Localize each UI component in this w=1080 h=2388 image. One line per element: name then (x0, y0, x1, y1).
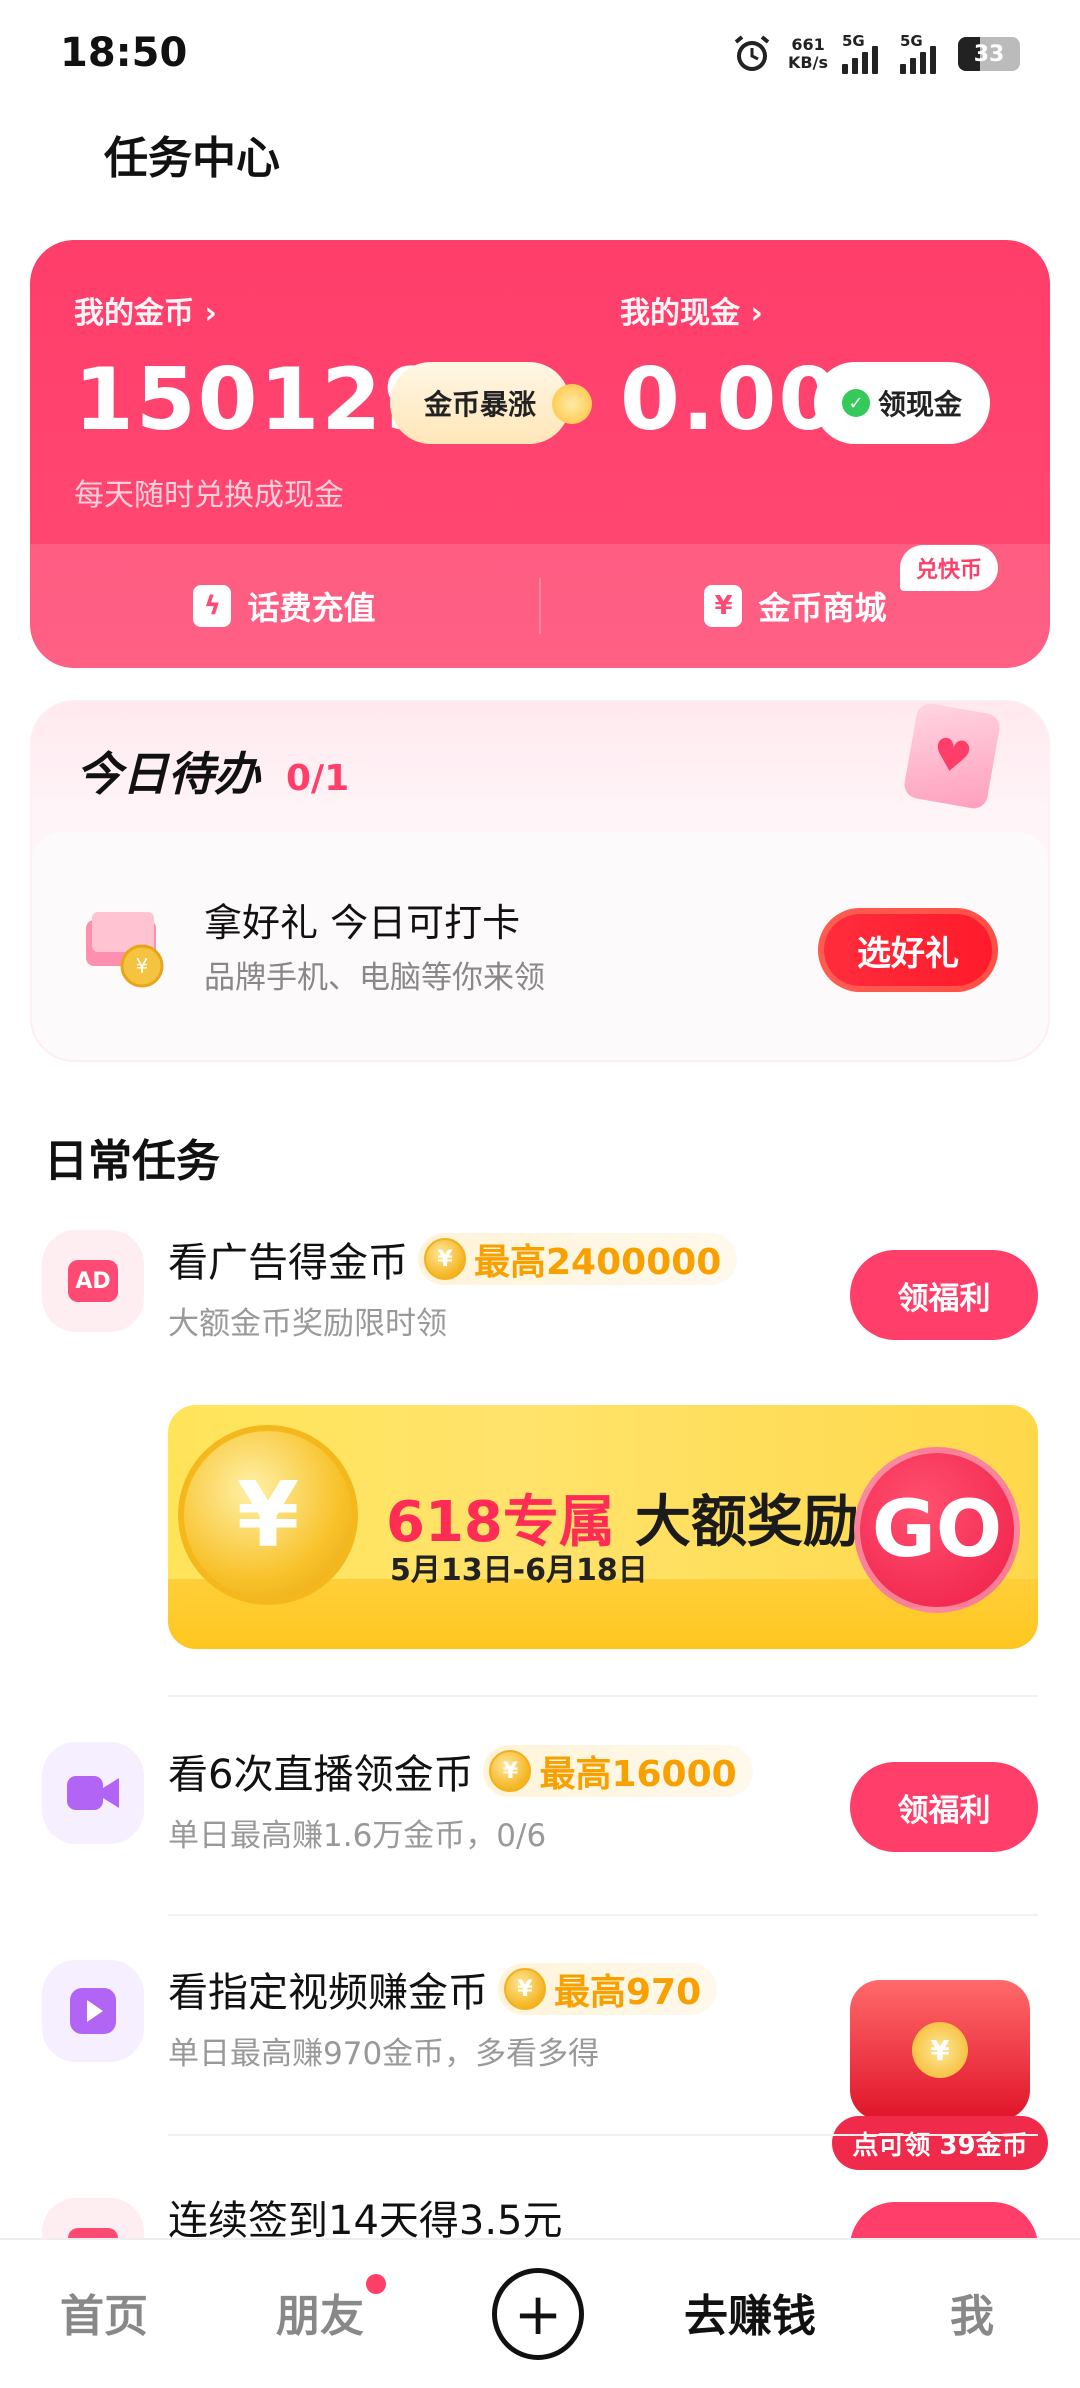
svg-text:¥: ¥ (136, 954, 149, 978)
nav-friends-label: 朋友 (276, 2291, 364, 2342)
promo-618-banner[interactable]: ¥ 618专属 大额奖励 5月13日-6月18日 GO (168, 1405, 1038, 1649)
todo-item-subtitle: 品牌手机、电脑等你来领 (204, 960, 545, 996)
gift-box-icon: ¥ (86, 912, 164, 988)
reward-chip: ¥ 最高970 (498, 1963, 718, 2015)
treasure-chest-button[interactable]: ¥ 点可领 39金币 (832, 1980, 1048, 2170)
todo-count: 0/1 (286, 758, 350, 799)
reward-text: 最高16000 (539, 1754, 737, 1795)
page-title: 任务中心 (104, 133, 280, 184)
task-subtitle: 单日最高赚1.6万金币，0/6 (168, 1818, 547, 1854)
live-camera-icon (42, 1742, 144, 1844)
wallet-subtitle: 每天随时兑换成现金 (74, 478, 344, 513)
signal-strength-icon: 5G (900, 32, 944, 74)
net-speed-unit: KB/s (788, 53, 828, 72)
claim-benefit-button[interactable]: 领福利 (850, 1762, 1038, 1852)
divider (168, 1914, 1038, 1916)
net-speed-value: 661 (791, 35, 825, 54)
play-video-icon (42, 1960, 144, 2062)
cash-balance: 0.00 (620, 350, 841, 450)
select-gift-button[interactable]: 选好礼 (818, 908, 998, 992)
reward-text: 最高2400000 (474, 1242, 722, 1283)
coin-surge-button[interactable]: 金币暴涨 (390, 362, 592, 444)
lightning-icon: ϟ (193, 585, 232, 627)
task-title: 看广告得金币 ¥ 最高2400000 (168, 1230, 738, 1288)
kuaibi-badge: 兑快币 (899, 545, 998, 591)
plus-icon: + (513, 2280, 563, 2348)
treasure-chest-icon: ¥ (850, 1980, 1030, 2120)
my-cash-link[interactable]: 我的现金 › (620, 288, 763, 332)
yen-ticket-icon: ¥ (704, 585, 743, 627)
nav-me[interactable]: 我 (950, 2280, 994, 2344)
coin-icon: ¥ (424, 1238, 466, 1280)
promo-title-dark: 大额奖励 (634, 1490, 859, 1555)
coin-icon: ¥ (504, 1968, 546, 2010)
coin-icon: ¥ (912, 2022, 968, 2078)
bottom-nav: 首页 朋友 + 去赚钱 我 (0, 2238, 1080, 2388)
chest-reward-label: 点可领 39金币 (832, 2116, 1048, 2170)
status-bar: 18:50 661 KB/s 5G 5G 33 (0, 0, 1080, 110)
my-coins-link[interactable]: 我的金币 › (74, 288, 217, 332)
todo-title: 今日待办 (76, 747, 260, 801)
task-title: 看6次直播领金币 ¥ 最高16000 (168, 1742, 753, 1800)
phone-recharge-label: 话费充值 (247, 589, 376, 627)
divider (168, 1695, 1038, 1697)
net-speed: 661 KB/s (788, 36, 828, 72)
todo-item: ¥ 拿好礼 今日可打卡 品牌手机、电脑等你来领 选好礼 (32, 832, 1048, 1060)
yen-coin-icon: ¥ (178, 1425, 358, 1605)
daily-tasks-title: 日常任务 (44, 1136, 220, 1187)
signal-label: 5G (842, 32, 865, 50)
wechat-icon: ✓ (841, 389, 870, 417)
battery-icon: 33 (958, 37, 1020, 71)
notification-dot (366, 2274, 386, 2294)
todo-item-title: 拿好礼 今日可打卡 (204, 901, 521, 945)
reward-chip: ¥ 最高16000 (483, 1745, 753, 1797)
coin-surge-label: 金币暴涨 (423, 388, 536, 421)
claim-benefit-button[interactable]: 领福利 (850, 1250, 1038, 1340)
promo-date: 5月13日-6月18日 (390, 1553, 648, 1588)
today-todo-card: 今日待办 0/1 ♥ ¥ 拿好礼 今日可打卡 品牌手机、电脑等你来领 选好礼 (30, 700, 1050, 1062)
nav-friends[interactable]: 朋友 (276, 2274, 386, 2344)
wallet-card: 我的金币 › 150129 金币暴涨 我的现金 › 0.00 ✓ 领现金 每天随… (30, 240, 1050, 668)
task-subtitle: 大额金币奖励限时领 (168, 1306, 447, 1342)
coin-mall-label: 金币商城 (758, 589, 887, 627)
task-title-text: 看指定视频赚金币 (168, 1970, 488, 2016)
phone-recharge-button[interactable]: ϟ 话费充值 (30, 583, 539, 629)
alarm-clock-icon (734, 35, 770, 71)
promo-go-button[interactable]: GO (854, 1447, 1020, 1613)
task-title: 看指定视频赚金币 ¥ 最高970 (168, 1960, 718, 2018)
task-title-text: 看6次直播领金币 (168, 1752, 474, 1798)
coin-icon: ¥ (489, 1750, 532, 1792)
status-time: 18:50 (60, 30, 188, 76)
reward-text: 最高970 (554, 1972, 702, 2013)
divider (168, 2134, 1038, 2136)
status-icons: 661 KB/s 5G 5G 33 (730, 32, 1020, 76)
nav-plus-button[interactable]: + (492, 2268, 584, 2360)
signal-strength-icon: 5G (842, 32, 886, 74)
todo-header: 今日待办 0/1 (76, 738, 349, 804)
nav-home[interactable]: 首页 (60, 2280, 148, 2344)
reward-chip: ¥ 最高2400000 (418, 1233, 738, 1285)
signal-label: 5G (900, 32, 923, 50)
ad-icon: AD (42, 1230, 144, 1332)
battery-level: 33 (973, 41, 1005, 67)
task-title-text: 看广告得金币 (168, 1240, 408, 1286)
withdraw-cash-label: 领现金 (877, 388, 962, 421)
nav-earn[interactable]: 去赚钱 (684, 2280, 816, 2344)
wallet-actions: ϟ 话费充值 ¥ 金币商城 (30, 544, 1050, 668)
task-subtitle: 单日最高赚970金币，多看多得 (168, 2036, 600, 2072)
heart-calendar-icon: ♥ (902, 702, 1002, 811)
withdraw-cash-button[interactable]: ✓ 领现金 (814, 362, 990, 444)
